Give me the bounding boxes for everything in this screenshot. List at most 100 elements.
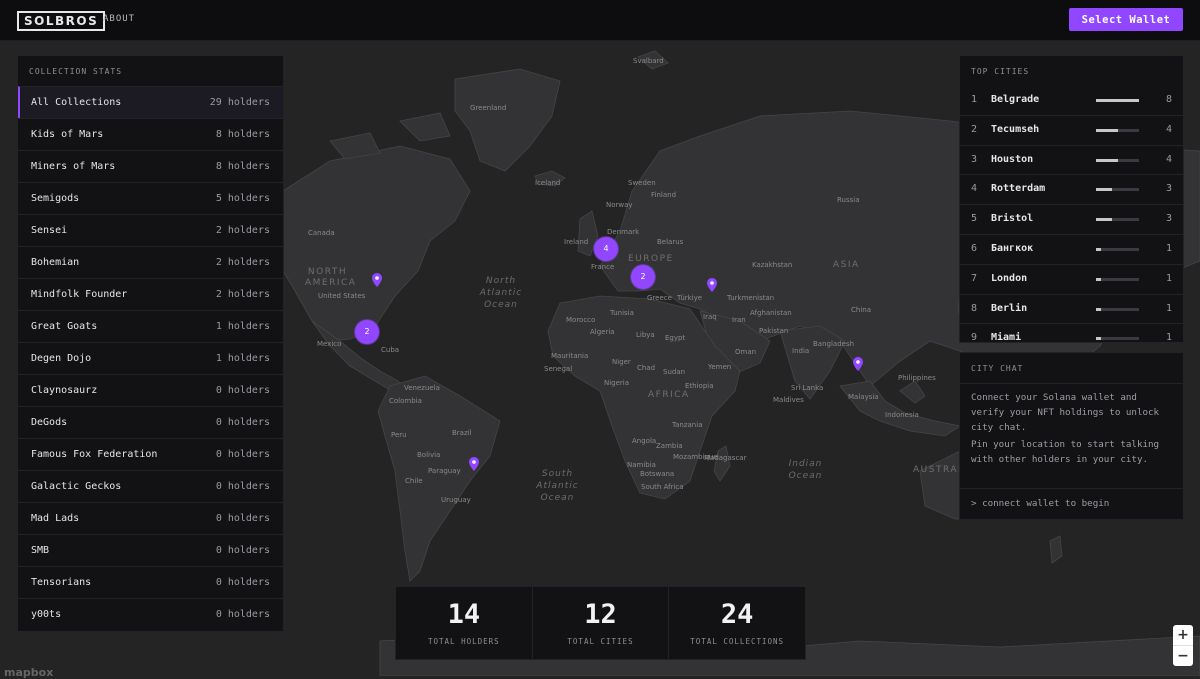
city-row[interactable]: 6 Бангкок 1 bbox=[960, 233, 1183, 264]
map-label-niger: Niger bbox=[612, 358, 631, 366]
city-row[interactable]: 5 Bristol 3 bbox=[960, 204, 1183, 234]
city-name: London bbox=[991, 272, 1028, 284]
map-label-iran: Iran bbox=[732, 316, 746, 324]
city-rank: 6 bbox=[971, 242, 978, 254]
collection-row[interactable]: Tensorians 0 holders bbox=[18, 566, 283, 598]
top-cities-title: TOP CITIES bbox=[971, 67, 1030, 76]
map-label-philippines: Philippines bbox=[898, 374, 936, 382]
map-label-greenland: Greenland bbox=[470, 104, 507, 112]
nav-about-link[interactable]: ABOUT bbox=[103, 14, 135, 24]
total-holders-value: 14 bbox=[447, 599, 481, 630]
collection-holder-count: 2 holders bbox=[215, 257, 270, 268]
city-count-bar-fill bbox=[1096, 128, 1118, 132]
city-name: Berlin bbox=[991, 302, 1028, 314]
map-cluster-marker[interactable]: 2 bbox=[355, 320, 379, 344]
city-row[interactable]: 1 Belgrade 8 bbox=[960, 86, 1183, 115]
city-row[interactable]: 4 Rotterdam 3 bbox=[960, 174, 1183, 204]
map-label-bolivia: Bolivia bbox=[417, 451, 441, 459]
collection-row[interactable]: Kids of Mars 8 holders bbox=[18, 118, 283, 150]
city-holder-count: 3 bbox=[1165, 213, 1172, 225]
collection-name: Sensei bbox=[31, 225, 68, 236]
collection-row[interactable]: Semigods 5 holders bbox=[18, 182, 283, 214]
map-pin-icon[interactable] bbox=[707, 278, 717, 292]
city-name: Bristol bbox=[991, 213, 1034, 225]
collection-row[interactable]: DeGods 0 holders bbox=[18, 406, 283, 438]
map-label-venezuela: Venezuela bbox=[404, 384, 440, 392]
map-label-svalbard: Svalbard bbox=[633, 57, 664, 65]
total-holders-stat: 14 TOTAL HOLDERS bbox=[396, 587, 532, 659]
solbros-logo[interactable]: SOLBROS bbox=[17, 11, 106, 31]
map-label-denmark: Denmark bbox=[607, 228, 640, 236]
city-name: Houston bbox=[991, 153, 1034, 165]
map-label-turkmenistan: Turkmenistan bbox=[727, 294, 775, 302]
city-name: Rotterdam bbox=[991, 183, 1046, 195]
city-holder-count: 1 bbox=[1165, 242, 1172, 254]
map-label-algeria: Algeria bbox=[590, 328, 615, 336]
collection-name: Great Goats bbox=[31, 321, 98, 332]
city-chat-panel: CITY CHAT Connect your Solana wallet and… bbox=[959, 352, 1184, 520]
collection-name: Claynosaurz bbox=[31, 385, 98, 396]
city-count-bar-fill bbox=[1096, 337, 1102, 341]
map-cluster-marker[interactable]: 4 bbox=[594, 237, 618, 261]
city-holder-count: 3 bbox=[1165, 183, 1172, 195]
city-count-bar-fill bbox=[1096, 188, 1113, 192]
map-label-paraguay: Paraguay bbox=[428, 467, 461, 475]
map-label-asia: ASIA bbox=[833, 260, 860, 270]
map-label-europe: EUROPE bbox=[628, 254, 674, 264]
city-row[interactable]: 9 Miami 1 bbox=[960, 323, 1183, 353]
map-cluster-marker[interactable]: 2 bbox=[631, 265, 655, 289]
map-label-china: China bbox=[851, 306, 871, 314]
collection-name: Degen Dojo bbox=[31, 353, 92, 364]
city-count-bar bbox=[1096, 188, 1139, 192]
city-row[interactable]: 3 Houston 4 bbox=[960, 144, 1183, 175]
city-name: Belgrade bbox=[991, 94, 1040, 105]
map-label-maldives: Maldives bbox=[773, 396, 804, 404]
collection-row[interactable]: Mad Lads 0 holders bbox=[18, 502, 283, 534]
collection-row[interactable]: Famous Fox Federation 0 holders bbox=[18, 438, 283, 470]
mapbox-logo[interactable]: mapbox bbox=[4, 666, 53, 679]
collection-row[interactable]: y00ts 0 holders bbox=[18, 598, 283, 630]
city-row[interactable]: 2 Tecumseh 4 bbox=[960, 114, 1183, 145]
connect-wallet-prompt[interactable]: > connect wallet to begin bbox=[960, 488, 1183, 519]
city-count-bar bbox=[1096, 307, 1139, 311]
connect-wallet-prompt-text: > connect wallet to begin bbox=[971, 498, 1110, 509]
zoom-in-button[interactable]: + bbox=[1173, 625, 1193, 645]
select-wallet-button[interactable]: Select Wallet bbox=[1069, 8, 1183, 31]
collection-name: Bohemian bbox=[31, 257, 80, 268]
collection-row[interactable]: Mindfolk Founder 2 holders bbox=[18, 278, 283, 310]
map-label-madagascar: Madagascar bbox=[704, 454, 747, 462]
city-name: Miami bbox=[991, 332, 1022, 344]
collection-holder-count: 8 holders bbox=[215, 161, 270, 172]
collection-name: y00ts bbox=[31, 609, 62, 620]
map-pin-icon[interactable] bbox=[853, 357, 863, 371]
city-holder-count: 8 bbox=[1165, 94, 1172, 105]
top-navigation-bar: SOLBROS ABOUT Select Wallet bbox=[0, 0, 1200, 41]
city-row[interactable]: 8 Berlin 1 bbox=[960, 293, 1183, 324]
city-row[interactable]: 7 London 1 bbox=[960, 263, 1183, 294]
collection-row[interactable]: Galactic Geckos 0 holders bbox=[18, 470, 283, 502]
collection-name: Famous Fox Federation bbox=[31, 449, 158, 460]
map-label-sweden: Sweden bbox=[628, 179, 656, 187]
collection-stats-title: COLLECTION STATS bbox=[29, 67, 123, 76]
map-pin-icon[interactable] bbox=[469, 457, 479, 471]
collection-row[interactable]: Sensei 2 holders bbox=[18, 214, 283, 246]
city-rank: 7 bbox=[971, 272, 978, 284]
map-label-norway: Norway bbox=[606, 201, 633, 209]
collection-row[interactable]: SMB 0 holders bbox=[18, 534, 283, 566]
collection-row[interactable]: All Collections 29 holders bbox=[18, 86, 283, 118]
zoom-out-button[interactable]: − bbox=[1173, 645, 1193, 666]
collection-name: Kids of Mars bbox=[31, 129, 104, 140]
city-count-bar-fill bbox=[1096, 277, 1102, 281]
collection-holder-count: 2 holders bbox=[215, 289, 270, 300]
map-pin-icon[interactable] bbox=[372, 273, 382, 287]
collection-row[interactable]: Bohemian 2 holders bbox=[18, 246, 283, 278]
collection-row[interactable]: Degen Dojo 1 holders bbox=[18, 342, 283, 374]
city-count-bar bbox=[1096, 277, 1139, 281]
collection-holder-count: 0 holders bbox=[215, 577, 270, 588]
collection-name: Miners of Mars bbox=[31, 161, 116, 172]
city-count-bar-fill bbox=[1096, 99, 1139, 102]
map-label-sudan: Sudan bbox=[663, 368, 686, 376]
collection-row[interactable]: Claynosaurz 0 holders bbox=[18, 374, 283, 406]
collection-row[interactable]: Great Goats 1 holders bbox=[18, 310, 283, 342]
collection-row[interactable]: Miners of Mars 8 holders bbox=[18, 150, 283, 182]
